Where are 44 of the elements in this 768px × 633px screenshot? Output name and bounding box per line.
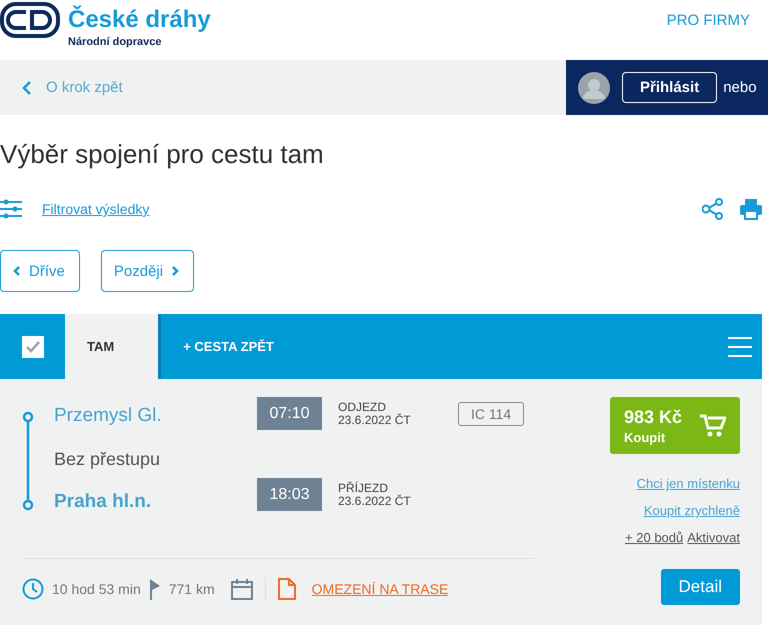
print-icon[interactable] (740, 198, 762, 220)
flag-icon (148, 578, 161, 600)
logo-icon (0, 2, 60, 40)
sliders-icon (0, 199, 22, 219)
ticket-link[interactable]: Koupit zrychleně (644, 503, 740, 518)
login-button[interactable]: Přihlásit (622, 72, 718, 103)
activate-link[interactable]: Aktivovat (687, 530, 740, 545)
tab[interactable]: TAM (65, 314, 158, 379)
departure-time: 07:10 (257, 397, 322, 430)
train-number[interactable]: IC 114 (458, 402, 524, 426)
brand-name: České dráhy (68, 6, 211, 34)
page-title: Výběr spojení pro cestu tam (0, 139, 325, 170)
detail-button[interactable]: Detail (660, 569, 740, 605)
or-text: nebo (723, 79, 757, 96)
departure-station[interactable]: Przemysl Gl. (54, 397, 224, 435)
buy-button[interactable]: 983 Kč Koupit (610, 397, 740, 454)
earlier-button[interactable]: Dříve (0, 250, 80, 292)
back-chevron-icon (22, 80, 32, 96)
arrival-label: PŘÍJEZD 23.6.2022 ČT (338, 482, 412, 508)
document-icon (278, 578, 296, 600)
later-button[interactable]: Později (100, 250, 194, 292)
select-checkbox[interactable] (22, 336, 44, 358)
menu-icon[interactable] (728, 336, 752, 358)
arrival-time: 18:03 (257, 478, 322, 511)
back-link[interactable]: O krok zpět (0, 60, 123, 115)
checkmark-icon (26, 340, 40, 352)
departure-label: ODJEZD 23.6.2022 ČT (338, 400, 412, 426)
duration: 10 hod 53 min (52, 580, 141, 596)
distance: 771 km (168, 580, 215, 596)
ticket-link[interactable]: Chci jen místenku (636, 476, 740, 491)
arrival-station[interactable]: Praha hl.n. (54, 483, 224, 521)
calendar-icon[interactable] (230, 578, 253, 600)
cart-icon (700, 414, 726, 438)
chevron-right-icon (171, 265, 180, 277)
clock-icon (22, 578, 44, 600)
share-icon[interactable] (702, 198, 724, 220)
filter-link[interactable]: Filtrovat výsledky (0, 199, 150, 219)
nav-link[interactable]: PRO FIRMY (666, 12, 750, 29)
tagline: Národní dopravce (68, 36, 163, 48)
restriction-link[interactable]: OMEZENÍ NA TRASE (312, 580, 448, 596)
chevron-left-icon (13, 265, 21, 277)
avatar-icon (578, 72, 610, 104)
transfer-info: Bez přestupu (54, 448, 162, 471)
points-link[interactable]: + 20 bodů (625, 530, 684, 545)
